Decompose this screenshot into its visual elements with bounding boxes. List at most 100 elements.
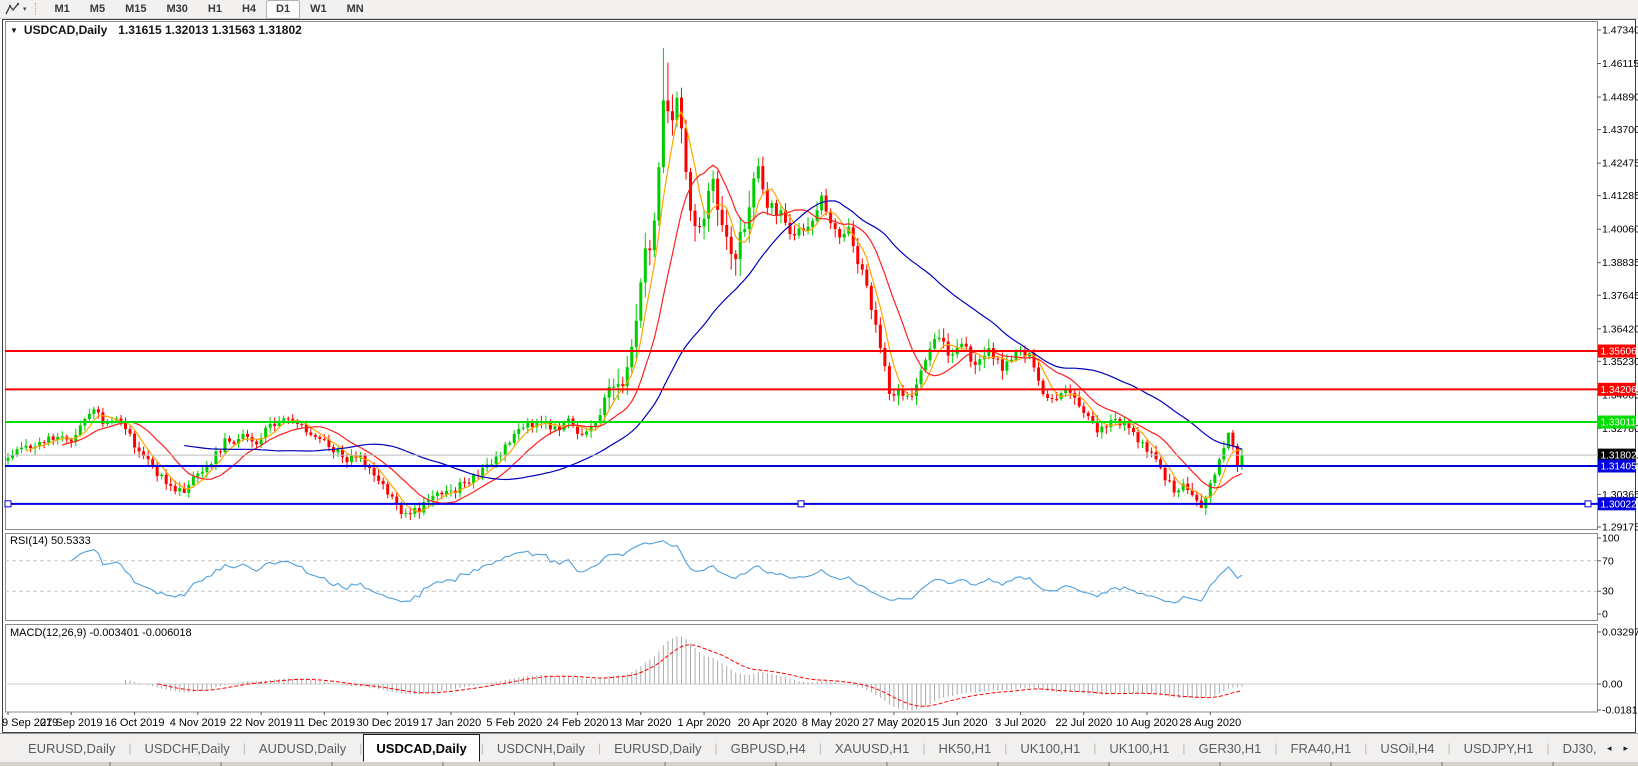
price-level-labels: 1.356061.342061.330111.318021.314051.300…: [1598, 345, 1637, 511]
date-label: 1 Apr 2020: [677, 717, 730, 729]
chart-tab-UK100-H1[interactable]: UK100,H1: [1008, 734, 1092, 762]
draw-tool-caret-icon[interactable]: ▾: [23, 5, 27, 13]
draw-tool-icon: [5, 2, 20, 16]
date-label: 27 May 2020: [862, 717, 926, 729]
date-label: 30 Dec 2019: [356, 717, 418, 729]
macd-series: [126, 636, 1242, 710]
chart-tab-USDCNH-Daily[interactable]: USDCNH,Daily: [485, 734, 597, 762]
price-axis[interactable]: 1.47340 1.46115 1.44890 1.43700 1.42475 1.412…: [1597, 25, 1638, 717]
candlestick-series: [7, 48, 1244, 520]
chart-tab-DJ30-Daily[interactable]: DJ30,Daily: [1551, 734, 1597, 762]
chart-tab-USDJPY-H1[interactable]: USDJPY,H1: [1452, 734, 1546, 762]
axis-tick-label: -0.018154: [1602, 705, 1638, 717]
date-label: 5 Feb 2020: [486, 717, 542, 729]
axis-tick-label: 100: [1602, 533, 1620, 545]
chart-title: ▼ USDCAD,Daily 1.31615 1.32013 1.31563 1…: [10, 23, 302, 37]
tf-button-MN[interactable]: MN: [337, 0, 374, 19]
chart-tab-FRA40-H1[interactable]: FRA40,H1: [1279, 734, 1364, 762]
axis-tick-label: 1.41285: [1602, 190, 1638, 202]
axis-tick-label: 1.36420: [1602, 323, 1638, 335]
level-handle[interactable]: [798, 501, 804, 507]
chart-tab-GER30-H1[interactable]: GER30,H1: [1187, 734, 1274, 762]
chart-tabs: EURUSD,Daily|USDCHF,Daily|AUDUSD,Daily|U…: [16, 734, 1597, 762]
tf-button-M30[interactable]: M30: [156, 0, 197, 19]
level-price-label: 1.34206: [1601, 385, 1638, 396]
chart-tab-USDCHF-Daily[interactable]: USDCHF,Daily: [133, 734, 242, 762]
moving-averages: [26, 112, 1242, 513]
level-price-label: 1.30022: [1601, 499, 1638, 510]
date-label: 3 Jul 2020: [995, 717, 1046, 729]
axis-tick-label: 70: [1602, 555, 1614, 567]
indicator-guides: [5, 561, 1598, 684]
date-label: 24 Feb 2020: [547, 717, 609, 729]
chart-dropdown-icon[interactable]: ▼: [10, 26, 18, 35]
tf-button-M15[interactable]: M15: [115, 0, 156, 19]
tf-button-H1[interactable]: H1: [198, 0, 232, 19]
chart-tab-USOil-H4[interactable]: USOil,H4: [1368, 734, 1446, 762]
tab-scroll-right-icon[interactable]: ▸: [1623, 743, 1628, 754]
chart-tab-UK100-H1[interactable]: UK100,H1: [1097, 734, 1181, 762]
chart-tabbar: EURUSD,Daily|USDCHF,Daily|AUDUSD,Daily|U…: [0, 733, 1638, 762]
mt4-window: ▾ M1M5M15M30H1H4D1W1MN 1.47340 1.46115 1.4…: [0, 0, 1638, 766]
rsi-indicator-label: RSI(14) 50.5333: [10, 535, 91, 547]
date-label: 11 Dec 2019: [294, 717, 356, 729]
date-label: 13 Mar 2020: [610, 717, 672, 729]
chart-tab-EURUSD-Daily[interactable]: EURUSD,Daily: [16, 734, 127, 762]
axis-tick-label: 1.42475: [1602, 158, 1638, 170]
level-handle[interactable]: [5, 501, 11, 507]
chart-tab-HK50-H1[interactable]: HK50,H1: [926, 734, 1003, 762]
date-label: 15 Jun 2020: [927, 717, 988, 729]
tf-button-W1[interactable]: W1: [300, 0, 337, 19]
timeframe-buttons: M1M5M15M30H1H4D1W1MN: [45, 0, 374, 19]
date-label: 10 Aug 2020: [1116, 717, 1178, 729]
chart-tab-GBPUSD-H4[interactable]: GBPUSD,H4: [719, 734, 818, 762]
tf-button-M1[interactable]: M1: [45, 0, 80, 19]
chart-tab-XAUUSD-H1[interactable]: XAUUSD,H1: [823, 734, 921, 762]
date-label: 22 Jul 2020: [1055, 717, 1112, 729]
date-label: 27 Sep 2019: [40, 717, 102, 729]
axis-tick-label: 1.38835: [1602, 257, 1638, 269]
tf-button-D1[interactable]: D1: [266, 0, 300, 19]
axis-tick-label: 30: [1602, 586, 1614, 598]
tf-button-H4[interactable]: H4: [232, 0, 266, 19]
chart-canvas[interactable]: 1.47340 1.46115 1.44890 1.43700 1.42475 1.412…: [0, 0, 1638, 766]
date-label: 22 Nov 2019: [230, 717, 292, 729]
date-label: 8 May 2020: [802, 717, 859, 729]
axis-tick-label: 1.44890: [1602, 92, 1638, 104]
level-price-label: 1.31405: [1601, 461, 1638, 472]
date-label: 20 Apr 2020: [738, 717, 797, 729]
level-handle[interactable]: [1585, 501, 1591, 507]
axis-tick-label: 0: [1602, 609, 1608, 621]
rsi-line: [71, 541, 1242, 603]
axis-tick-label: 1.37645: [1602, 290, 1638, 302]
panel-frames: [3, 20, 1636, 733]
ma-line-13: [62, 165, 1242, 503]
axis-tick-label: 1.47340: [1602, 25, 1638, 37]
ma-line-5: [26, 112, 1242, 513]
top-toolbar: ▾ M1M5M15M30H1H4D1W1MN: [0, 0, 1638, 19]
chart-tab-AUDUSD-Daily[interactable]: AUDUSD,Daily: [247, 734, 358, 762]
chart-symbol-label: USDCAD,Daily: [24, 23, 107, 37]
axis-tick-label: 1.46115: [1602, 58, 1638, 70]
toolbar-grip: [35, 3, 36, 15]
date-label: 17 Jan 2020: [421, 717, 482, 729]
axis-tick-label: 1.43700: [1602, 124, 1638, 136]
axis-tick-label: 1.40060: [1602, 224, 1638, 236]
tab-scroll-left-icon[interactable]: ◂: [1607, 743, 1612, 754]
draw-tool-group[interactable]: ▾: [0, 0, 29, 18]
chart-ohlc-values: 1.31615 1.32013 1.31563 1.31802: [118, 23, 302, 37]
axis-tick-label: 0.032972: [1602, 627, 1638, 639]
date-label: 4 Nov 2019: [170, 717, 226, 729]
time-axis[interactable]: 9 Sep 201927 Sep 201916 Oct 20194 Nov 20…: [2, 712, 1241, 729]
axis-tick-label: 0.00: [1602, 679, 1623, 691]
chart-tab-EURUSD-Daily[interactable]: EURUSD,Daily: [602, 734, 713, 762]
level-price-label: 1.35606: [1601, 347, 1638, 358]
price-levels[interactable]: [5, 351, 1598, 507]
axis-tick-label: 1.35230: [1602, 356, 1638, 368]
tf-button-M5[interactable]: M5: [80, 0, 115, 19]
date-label: 16 Oct 2019: [105, 717, 165, 729]
level-price-label: 1.33011: [1601, 418, 1637, 429]
chart-tab-USDCAD-Daily[interactable]: USDCAD,Daily: [363, 734, 479, 762]
tab-scroll-arrows: ◂ ▸: [1597, 734, 1638, 762]
taskbar-edge-strip: [0, 762, 1638, 766]
